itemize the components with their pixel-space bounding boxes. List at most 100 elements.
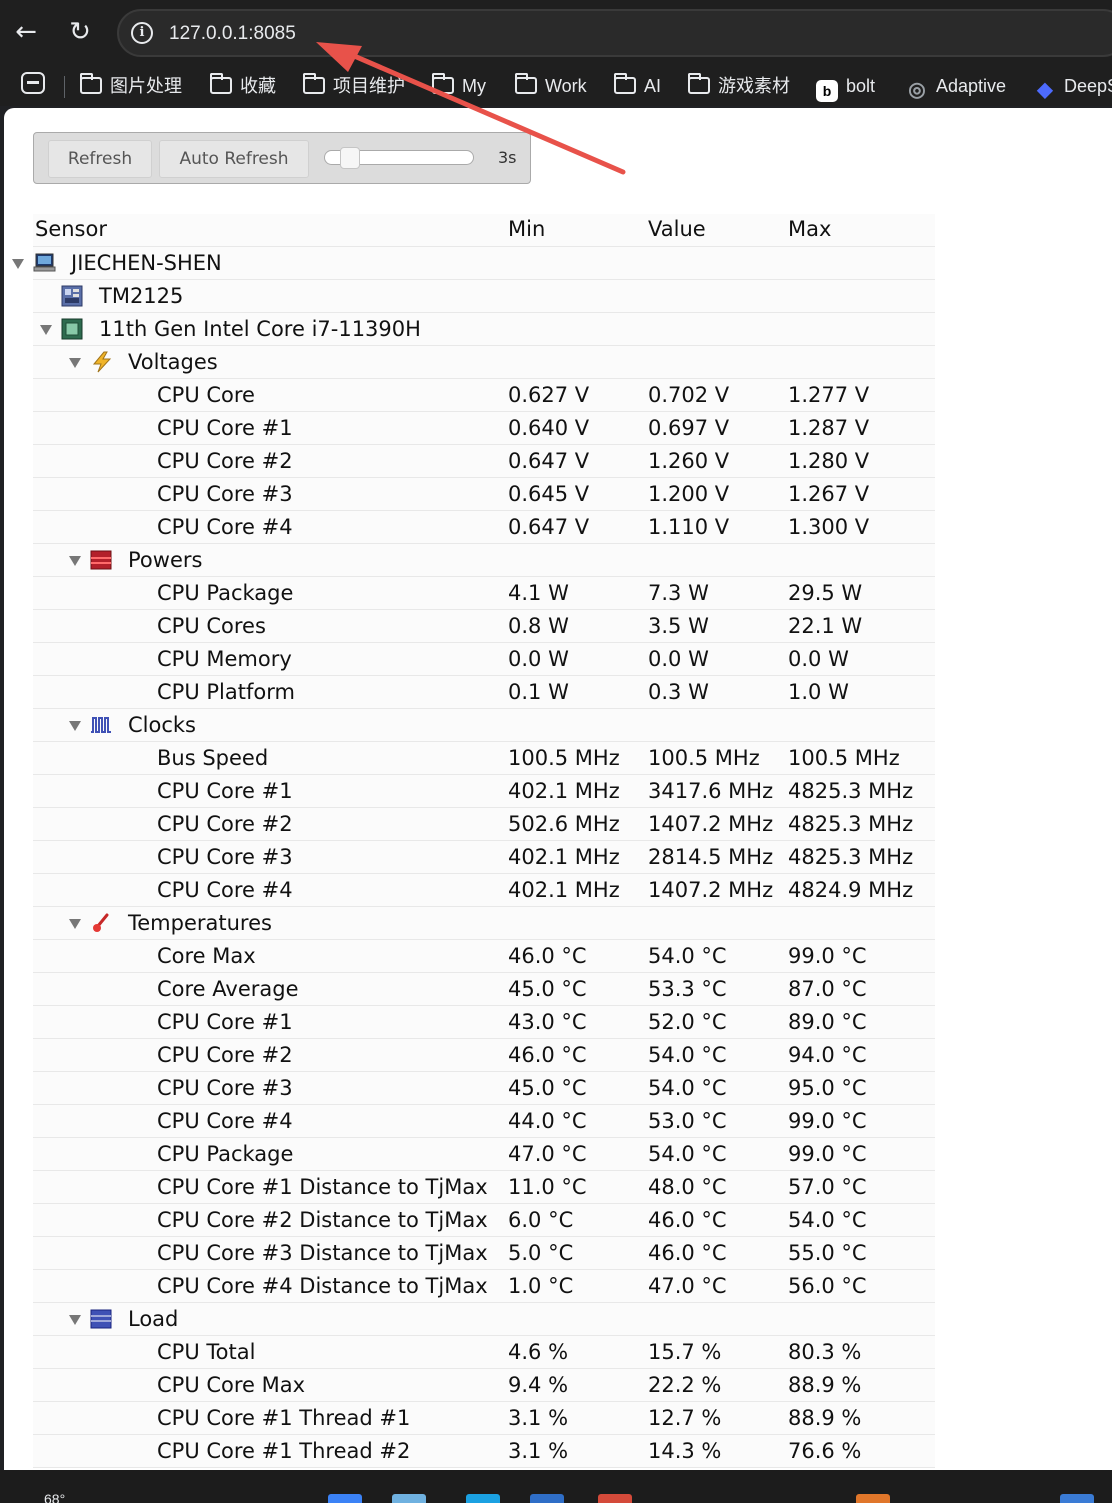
address-bar[interactable]: i 127.0.0.1:8085 <box>117 9 1112 57</box>
sensor-value: 46.0 °C <box>648 1208 727 1232</box>
sensor-min: 0.647 V <box>508 449 590 473</box>
sensor-max: 100.5 MHz <box>788 746 900 770</box>
sensor-name: CPU Core #3 <box>157 845 293 869</box>
load-icon <box>90 1308 112 1330</box>
sensor-max: 1.300 V <box>788 515 870 539</box>
cpu-icon <box>61 318 83 340</box>
bookmark-8[interactable]: b bolt <box>816 72 876 102</box>
motherboard-icon <box>61 285 83 307</box>
bookmark-4[interactable]: My <box>432 72 486 100</box>
sensor-min: 44.0 °C <box>508 1109 587 1133</box>
sensor-name: Core Average <box>157 977 299 1001</box>
sensor-name: Voltages <box>128 350 218 374</box>
sensor-max: 99.0 °C <box>788 1142 867 1166</box>
bookmark-label: 图片处理 <box>110 76 182 96</box>
sensor-row: CPU Core #4 44.0 °C 53.0 °C 99.0 °C <box>33 1105 935 1138</box>
tree-group-row[interactable]: Load <box>33 1303 935 1336</box>
sensor-min: 0.8 W <box>508 614 569 638</box>
slider-handle[interactable] <box>340 147 360 169</box>
bookmark-2[interactable]: 收藏 <box>210 72 276 100</box>
bookmark-label: AI <box>644 76 662 96</box>
reload-icon[interactable]: ↻ <box>62 14 98 50</box>
folder-icon <box>80 73 102 94</box>
sensor-min: 3.1 % <box>508 1439 569 1463</box>
sensor-value: 52.0 °C <box>648 1010 727 1034</box>
sensor-name: 11th Gen Intel Core i7-11390H <box>99 317 421 341</box>
sensor-row: CPU Core #1 Thread #2 3.1 % 14.3 % 76.6 % <box>33 1435 935 1468</box>
sensor-value: 1.110 V <box>648 515 730 539</box>
address-url[interactable]: 127.0.0.1:8085 <box>169 23 296 45</box>
expand-arrow-icon[interactable] <box>69 721 81 731</box>
sensor-value: 3417.6 MHz <box>648 779 774 803</box>
sensor-min: 100.5 MHz <box>508 746 620 770</box>
taskbar-app-icon[interactable] <box>1060 1494 1094 1503</box>
site-info-icon[interactable]: i <box>131 22 153 44</box>
sensor-max: 1.287 V <box>788 416 870 440</box>
sensor-value: 2814.5 MHz <box>648 845 774 869</box>
refresh-interval-slider[interactable] <box>324 147 474 169</box>
bookmark-6[interactable]: AI <box>614 72 661 100</box>
sensor-row: CPU Core #1 402.1 MHz 3417.6 MHz 4825.3 MHz <box>33 775 935 808</box>
sensor-row: CPU Core #2 502.6 MHz 1407.2 MHz 4825.3 MHz <box>33 808 935 841</box>
sensor-row: CPU Core #3 0.645 V 1.200 V 1.267 V <box>33 478 935 511</box>
sensor-row: CPU Core #4 Distance to TjMax 1.0 °C 47.0 … <box>33 1270 935 1303</box>
taskbar-app-icon[interactable] <box>530 1494 564 1503</box>
sensor-value: 54.0 °C <box>648 1076 727 1100</box>
refresh-button[interactable]: Refresh <box>48 140 152 178</box>
expand-arrow-icon[interactable] <box>12 259 24 269</box>
sensor-value: 14.3 % <box>648 1439 722 1463</box>
sensor-min: 11.0 °C <box>508 1175 587 1199</box>
sensor-value: 15.7 % <box>648 1340 722 1364</box>
expand-arrow-icon[interactable] <box>69 556 81 566</box>
tree-group-row[interactable]: Powers <box>33 544 935 577</box>
sensor-name: Temperatures <box>128 911 272 935</box>
sensor-max: 54.0 °C <box>788 1208 867 1232</box>
bookmark-label: bolt <box>846 76 876 96</box>
expand-arrow-icon[interactable] <box>40 325 52 335</box>
sensor-row: CPU Platform 0.1 W 0.3 W 1.0 W <box>33 676 935 709</box>
sensor-row: Core Average 45.0 °C 53.3 °C 87.0 °C <box>33 973 935 1006</box>
sensor-value: 54.0 °C <box>648 1142 727 1166</box>
taskbar-app-icon[interactable] <box>856 1494 890 1503</box>
tree-group-row[interactable]: JIECHEN-SHEN <box>12 247 935 280</box>
bookmark-7[interactable]: 游戏素材 <box>688 72 790 100</box>
bookmark-3[interactable]: 项目维护 <box>303 72 405 100</box>
bookmark-1[interactable]: 图片处理 <box>80 72 182 100</box>
expand-arrow-icon[interactable] <box>69 1315 81 1325</box>
sensor-name: CPU Core #1 <box>157 779 293 803</box>
sensor-min: 43.0 °C <box>508 1010 587 1034</box>
tree-group-row[interactable]: Clocks <box>33 709 935 742</box>
expand-arrow-icon[interactable] <box>69 919 81 929</box>
tab-search-icon[interactable] <box>21 72 45 94</box>
sensor-row: CPU Core #3 402.1 MHz 2814.5 MHz 4825.3 MHz <box>33 841 935 874</box>
bookmark-10[interactable]: ◆ DeepSeek <box>1034 72 1112 101</box>
back-arrow-icon[interactable]: ← <box>8 14 44 50</box>
bookmark-5[interactable]: Work <box>515 72 587 100</box>
sensor-value: 1407.2 MHz <box>648 878 774 902</box>
sensor-value: 1.260 V <box>648 449 730 473</box>
sensor-name: Clocks <box>128 713 196 737</box>
sensor-value: 54.0 °C <box>648 944 727 968</box>
sensor-name: CPU Memory <box>157 647 292 671</box>
auto-refresh-button[interactable]: Auto Refresh <box>159 140 309 178</box>
bookmark-label: DeepSeek <box>1064 76 1112 96</box>
folder-icon <box>515 73 537 94</box>
sensor-name: CPU Core #3 <box>157 482 293 506</box>
sensor-max: 99.0 °C <box>788 1109 867 1133</box>
taskbar-app-icon[interactable] <box>392 1494 426 1503</box>
sensor-max: 94.0 °C <box>788 1043 867 1067</box>
sensor-row: Bus Speed 100.5 MHz 100.5 MHz 100.5 MHz <box>33 742 935 775</box>
sensor-name: CPU Core Max <box>157 1373 306 1397</box>
bookmark-label: My <box>462 76 486 96</box>
taskbar-app-icon[interactable] <box>466 1494 500 1503</box>
table-header-row: Sensor Min Value Max <box>33 214 935 247</box>
tree-group-row[interactable]: Temperatures <box>33 907 935 940</box>
expand-arrow-icon[interactable] <box>69 358 81 368</box>
tree-group-row[interactable]: 11th Gen Intel Core i7-11390H <box>33 313 935 346</box>
sensor-row: TM2125 <box>33 280 935 313</box>
tree-group-row[interactable]: Voltages <box>33 346 935 379</box>
bookmark-9[interactable]: ◎ Adaptive <box>906 72 1006 101</box>
windows-start-icon[interactable] <box>328 1494 362 1503</box>
sensor-min: 1.0 °C <box>508 1274 574 1298</box>
taskbar-app-icon[interactable] <box>598 1494 632 1503</box>
